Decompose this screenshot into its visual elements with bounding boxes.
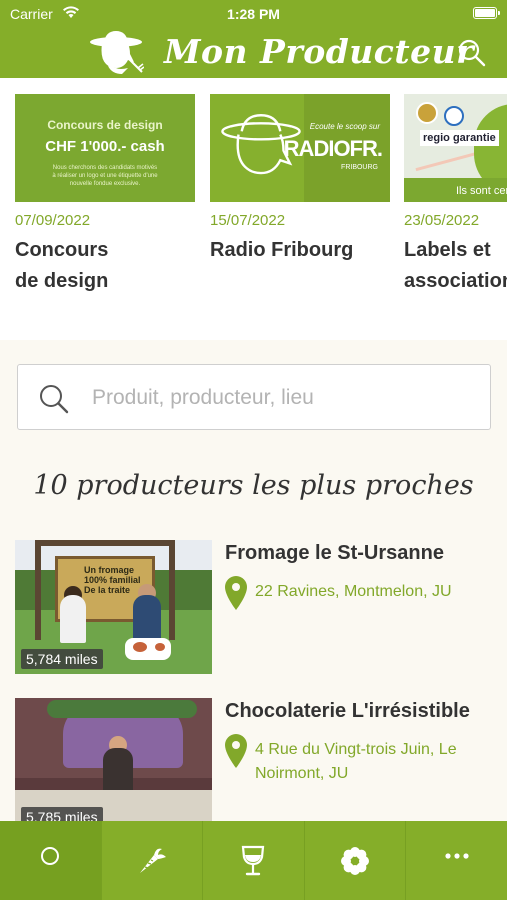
section-title: 10 producteurs les plus proches (33, 470, 474, 501)
news-date: 07/09/2022 (15, 212, 91, 229)
news-title: Radio Fribourg (210, 239, 354, 261)
wine-glass-icon (242, 845, 265, 876)
tab-products[interactable] (102, 821, 204, 900)
news-image: regio garantie Ils sont certifiés (404, 94, 507, 202)
tab-more[interactable] (406, 821, 507, 900)
producer-name: Fromage le St-Ursanne (225, 542, 444, 564)
news-image-text: Ecoute le scoop sur (309, 122, 380, 131)
flower-icon (341, 847, 370, 875)
producer-address: 22 Ravines, Montmelon, JU (255, 583, 452, 600)
news-image-text: Ils sont certifiés (456, 185, 507, 197)
circle-icon (41, 847, 60, 865)
farmer-logo-icon (90, 31, 144, 74)
label-badge (444, 106, 464, 126)
more-icon (445, 853, 469, 859)
news-card[interactable]: Concours de design CHF 1'000.- cash Nous… (15, 94, 195, 297)
producer-photo-sign: Un fromage 100% familial De la traite (84, 565, 141, 595)
news-image: Ecoute le scoop sur RADIOFR. FRIBOURG (210, 94, 390, 202)
producer-address: 4 Rue du Vingt-trois Juin, Le Noirmont, … (255, 741, 457, 782)
news-image-text: regio garantie (420, 130, 499, 146)
producer-photo: Un fromage 100% familial De la traite 5,… (15, 540, 212, 674)
news-title: Concours de design (15, 239, 109, 292)
app-title: Mon Producteur (164, 32, 475, 71)
location-pin-icon (225, 576, 247, 610)
news-image-text: RADIOFR. (283, 136, 383, 161)
search-input[interactable] (92, 381, 472, 415)
search-icon (40, 385, 69, 414)
news-image: Concours de design CHF 1'000.- cash Nous… (15, 94, 195, 202)
tab-flowers[interactable] (305, 821, 407, 900)
search-box[interactable] (17, 364, 491, 430)
news-date: 23/05/2022 (404, 212, 480, 229)
search-icon[interactable] (457, 38, 487, 68)
status-bar: Carrier 1:28 PM (0, 0, 507, 28)
producer-list-item[interactable]: Un fromage 100% familial De la traite 5,… (15, 540, 495, 674)
carrot-icon (139, 848, 166, 873)
tab-drinks[interactable] (203, 821, 305, 900)
producer-name: Chocolaterie L'irrésistible (225, 700, 470, 722)
news-image-text: CHF 1'000.- cash (45, 138, 165, 155)
clock: 1:28 PM (227, 6, 280, 22)
tab-home[interactable] (0, 821, 102, 900)
news-card[interactable]: regio garantie Ils sont certifiés 23/05/… (404, 94, 507, 297)
news-card[interactable]: Ecoute le scoop sur RADIOFR. FRIBOURG 15… (210, 94, 390, 266)
tab-bar (0, 821, 507, 900)
battery-icon (473, 7, 500, 19)
distance-badge: 5,784 miles (21, 649, 103, 669)
producer-list-item[interactable]: 5,785 miles Chocolaterie L'irrésistible … (15, 698, 495, 832)
label-badge (416, 102, 438, 124)
location-pin-icon (225, 734, 247, 768)
news-carousel[interactable]: Concours de design CHF 1'000.- cash Nous… (0, 78, 507, 340)
news-title: Labels et associations (404, 239, 507, 292)
app-header: Mon Producteur (0, 28, 507, 78)
news-image-text: Nous cherchons des candidats motivés à r… (52, 165, 158, 187)
news-image-text: FRIBOURG (341, 164, 378, 171)
news-image-text: Concours de design (47, 118, 163, 132)
news-date: 15/07/2022 (210, 212, 286, 229)
producer-photo: 5,785 miles (15, 698, 212, 832)
